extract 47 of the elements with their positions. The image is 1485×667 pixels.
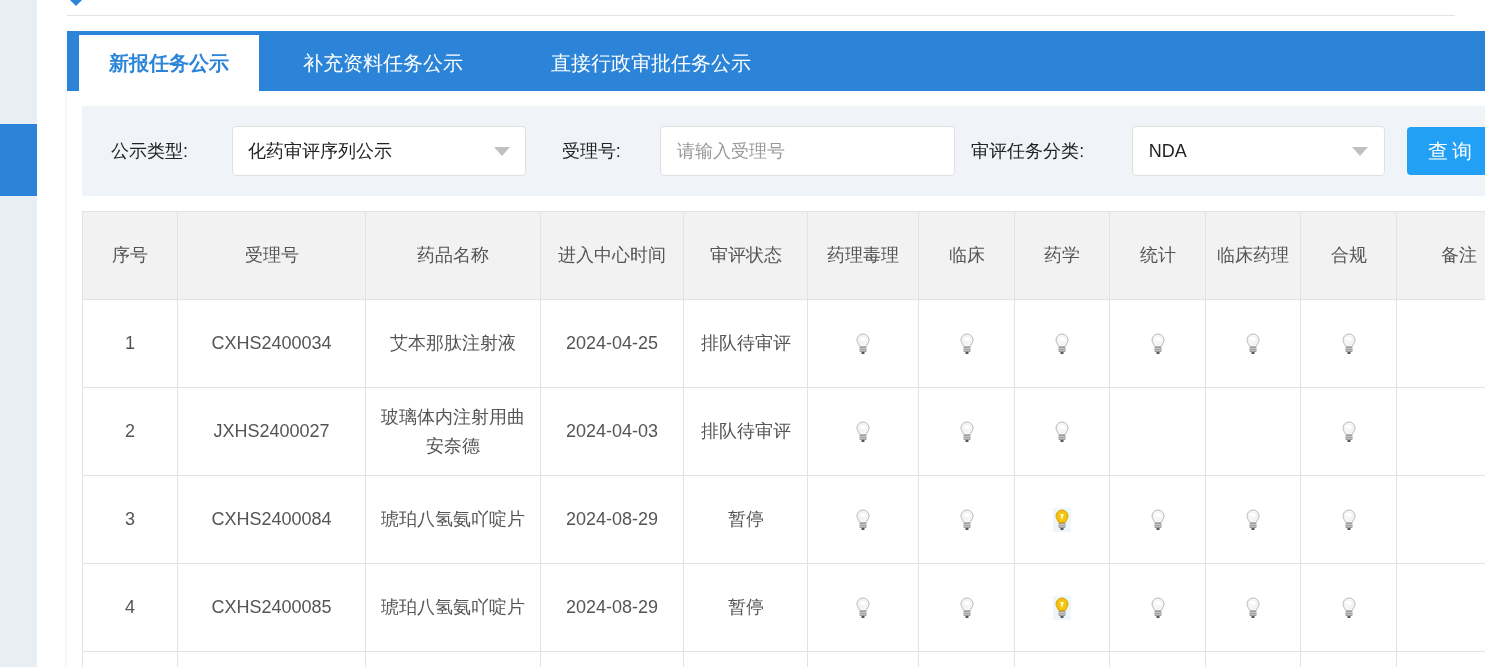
row-number: 4 (125, 597, 135, 617)
column-header: 临床药理 (1217, 245, 1289, 265)
row-number: 2 (125, 421, 135, 441)
column-header: 药品名称 (417, 245, 489, 265)
drug-name: 艾本那肽注射液 (390, 333, 516, 353)
filter-label: 受理号: (561, 139, 622, 163)
drug-name: 琥珀八氢氨吖啶片 (381, 509, 525, 529)
review-status: 暂停 (727, 509, 764, 529)
column-header: 药理毒理 (827, 245, 899, 265)
caret-icon (1351, 146, 1368, 156)
row-number: 1 (125, 333, 135, 353)
entry-date: 2024-08-29 (565, 509, 659, 529)
type-select[interactable]: 化药审评序列公示 (231, 126, 526, 176)
filter-label: 审评任务分类: (971, 139, 1086, 163)
drug-name: 玻璃体内注射用曲安奈德 (381, 406, 525, 456)
acceptance-number: CXHS2400084 (211, 509, 332, 529)
tab[interactable]: 直接行政审批任务公示 (507, 35, 795, 91)
column-header: 审评状态 (709, 245, 782, 265)
row-number: 3 (125, 509, 135, 529)
acceptance-number: JXHS2400027 (213, 421, 330, 441)
column-header: 合规 (1330, 245, 1367, 265)
review-status: 暂停 (727, 597, 764, 617)
entry-date: 2024-04-03 (565, 421, 659, 441)
acceptance-number: CXHS2400085 (211, 597, 332, 617)
entry-date: 2024-04-25 (565, 333, 659, 353)
tab[interactable]: 新报任务公示 (79, 35, 259, 91)
column-header: 进入中心时间 (558, 245, 666, 265)
category-select[interactable]: NDA (1131, 126, 1385, 176)
column-header: 药学 (1044, 245, 1080, 265)
drug-name: 琥珀八氢氨吖啶片 (381, 597, 525, 617)
column-header: 序号 (112, 245, 148, 265)
tab[interactable]: 补充资料任务公示 (259, 35, 507, 91)
select-value: 化药审评序列公示 (247, 139, 392, 163)
caret-icon (493, 146, 510, 156)
filter-label: 公示类型: (111, 139, 189, 163)
acceptance-number: CXHS2400034 (211, 333, 332, 353)
column-header: 受理号 (244, 245, 299, 265)
sidebar-active-item[interactable] (0, 124, 37, 196)
select-value: NDA (1148, 139, 1187, 163)
column-header: 临床 (948, 245, 985, 265)
column-header: 统计 (1139, 245, 1176, 265)
column-header: 备注 (1440, 245, 1477, 265)
entry-date: 2024-08-29 (565, 597, 659, 617)
review-status: 排队待审评 (700, 333, 791, 353)
query-button[interactable]: 查询 (1406, 127, 1485, 175)
accept-number-field[interactable]: 请输入受理号 (660, 126, 956, 176)
review-status: 排队待审评 (700, 421, 791, 441)
